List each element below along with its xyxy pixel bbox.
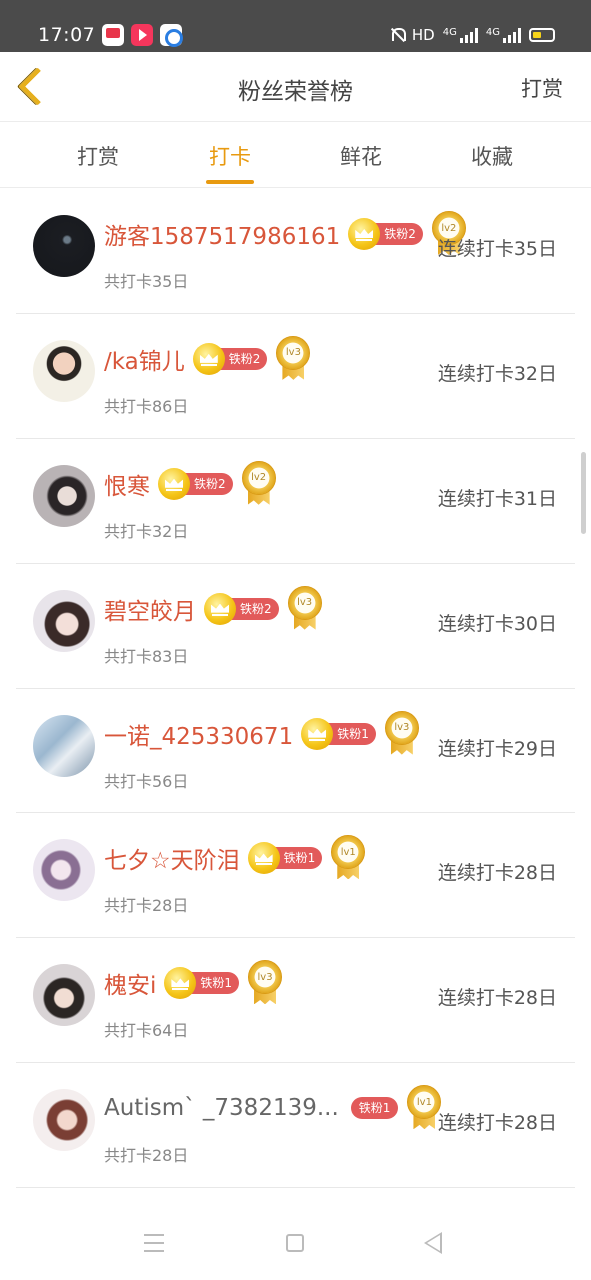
avatar[interactable]: [33, 964, 95, 1027]
list-item[interactable]: /ka锦儿 铁粉2 lv3 共打卡86日 连续打卡32日: [16, 314, 575, 439]
total-checkin: 共打卡35日: [104, 272, 189, 291]
crown-icon: [164, 967, 197, 1000]
tab-flowers[interactable]: 鲜花: [316, 141, 406, 171]
streak-count: 连续打卡32日: [437, 362, 557, 385]
avatar[interactable]: [33, 215, 95, 277]
list-item[interactable]: 恨寒 铁粉2 lv2 共打卡32日 连续打卡31日: [16, 439, 575, 564]
reward-button[interactable]: 打赏: [521, 73, 563, 103]
home-square-icon[interactable]: [286, 1234, 304, 1252]
video-app-icon: [102, 24, 124, 46]
list-item[interactable]: 槐安i 铁粉1 lv3 共打卡64日 连续打卡28日: [16, 938, 575, 1064]
total-checkin: 共打卡64日: [104, 1021, 189, 1041]
user-name[interactable]: 恨寒: [104, 467, 150, 501]
streak-count: 连续打卡28日: [437, 862, 557, 885]
page-title: 粉丝荣誉榜: [238, 79, 353, 105]
signal-icon-2: 4G: [486, 27, 521, 43]
level-medal-icon: lv3: [247, 960, 283, 1006]
crown-icon: [301, 717, 334, 750]
level-medal-icon: lv3: [287, 585, 323, 632]
crown-icon: [204, 592, 236, 625]
list-item[interactable]: 七夕☆天阶泪 铁粉1 lv1 共打卡28日 连续打卡28日: [16, 813, 575, 939]
avatar[interactable]: [33, 1089, 95, 1152]
menu-icon[interactable]: [144, 1234, 164, 1252]
level-medal-icon: lv3: [384, 710, 420, 757]
status-time: 17:07: [38, 24, 96, 46]
tab-checkin[interactable]: 打卡: [185, 141, 275, 171]
list-item[interactable]: 一诺_425330671 铁粉1 lv3 共打卡56日 连续打卡29日: [16, 689, 575, 814]
status-bar: 17:07 HD 4G 4G: [0, 0, 591, 52]
crown-icon: [247, 842, 280, 875]
hd-label: HD: [411, 26, 435, 44]
fan-list: 游客1587517986161 铁粉2 lv2 共打卡35日 连续打卡35日 /…: [0, 189, 591, 1189]
list-item[interactable]: Autism` _7382139... 铁粉1 lv1 共打卡28日 连续打卡2…: [16, 1063, 575, 1189]
total-checkin: 共打卡86日: [104, 396, 189, 416]
system-nav-bar: [0, 1206, 591, 1280]
crown-icon: [192, 342, 225, 375]
total-checkin: 共打卡56日: [104, 771, 189, 791]
tab-bar: 打赏 打卡 鲜花 收藏: [0, 122, 591, 188]
app-header: 粉丝荣誉榜 打赏: [0, 52, 591, 122]
user-name[interactable]: 槐安i: [104, 966, 156, 1000]
list-item[interactable]: 游客1587517986161 铁粉2 lv2 共打卡35日 连续打卡35日: [16, 189, 575, 314]
play-app-icon: [131, 24, 153, 46]
user-name[interactable]: 七夕☆天阶泪: [104, 841, 240, 875]
avatar[interactable]: [33, 339, 95, 402]
total-checkin: 共打卡28日: [104, 896, 189, 916]
scrollbar[interactable]: [581, 452, 586, 534]
crown-icon: [158, 467, 190, 500]
status-indicators: HD 4G 4G: [390, 24, 555, 46]
streak-count: 连续打卡35日: [437, 238, 557, 260]
fan-level-badge: 铁粉1: [350, 1097, 399, 1120]
battery-icon: [529, 28, 555, 42]
signal-icon: 4G: [443, 27, 478, 43]
browser-app-icon: [160, 24, 183, 47]
mute-bell-icon: [390, 27, 406, 43]
level-medal-icon: lv3: [275, 335, 311, 382]
user-name[interactable]: 碧空皎月: [104, 592, 196, 626]
streak-count: 连续打卡30日: [437, 612, 557, 635]
total-checkin: 共打卡28日: [104, 1146, 189, 1166]
active-tab-indicator: [206, 180, 254, 184]
total-checkin: 共打卡83日: [104, 646, 189, 666]
avatar[interactable]: [33, 589, 95, 652]
streak-count: 连续打卡28日: [437, 987, 557, 1010]
list-item[interactable]: 碧空皎月 铁粉2 lv3 共打卡83日 连续打卡30日: [16, 564, 575, 689]
level-medal-icon: lv2: [241, 460, 277, 507]
crown-icon: [348, 218, 381, 250]
user-name[interactable]: 一诺_425330671: [104, 717, 293, 751]
streak-count: 连续打卡29日: [437, 737, 557, 760]
avatar[interactable]: [33, 464, 95, 527]
user-name[interactable]: Autism` _7382139...: [104, 1095, 339, 1121]
tab-favorites[interactable]: 收藏: [447, 141, 537, 171]
avatar[interactable]: [33, 839, 95, 902]
user-name[interactable]: 游客1587517986161: [104, 217, 340, 251]
streak-count: 连续打卡31日: [437, 487, 557, 510]
level-medal-icon: lv1: [330, 835, 366, 881]
user-name[interactable]: /ka锦儿: [104, 342, 185, 376]
back-triangle-icon[interactable]: [424, 1232, 442, 1254]
avatar[interactable]: [33, 714, 95, 777]
streak-count: 连续打卡28日: [437, 1112, 557, 1135]
total-checkin: 共打卡32日: [104, 521, 189, 541]
tab-reward[interactable]: 打赏: [53, 141, 143, 171]
